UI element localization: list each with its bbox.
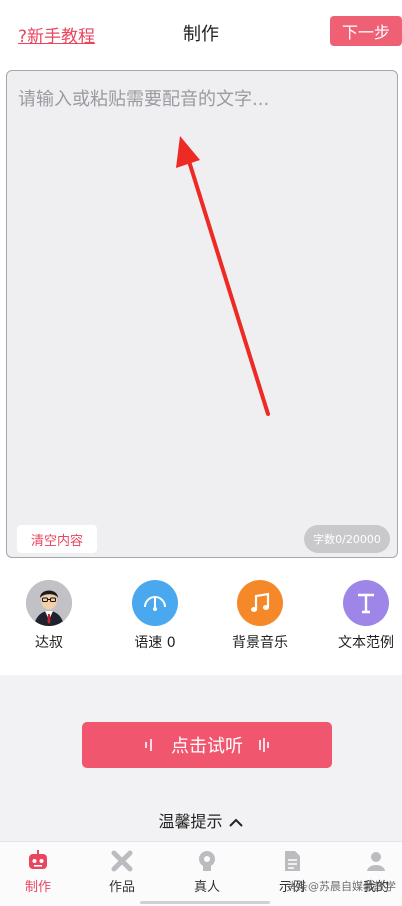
tips-label: 温馨提示: [158, 812, 223, 831]
tab-human[interactable]: 真人: [177, 846, 237, 895]
watermark-text: 头条@苏晨自媒体教学: [286, 880, 396, 893]
preview-play-button[interactable]: 点击试听: [82, 722, 332, 768]
preview-play-label: 点击试听: [171, 736, 243, 757]
tab-make[interactable]: 制作: [8, 846, 68, 895]
speed-label: 语速 0: [134, 635, 176, 651]
sound-wave-icon: [145, 739, 152, 751]
music-note-icon: [237, 580, 283, 626]
chevron-up-icon: [228, 818, 243, 827]
next-step-button[interactable]: 下一步: [330, 16, 402, 46]
tab-make-label: 制作: [24, 880, 51, 895]
text-area-placeholder: 请输入或粘贴需要配音的文字...: [18, 89, 270, 110]
text-sample-selector[interactable]: 文本范例: [331, 580, 401, 652]
clear-content-button[interactable]: 清空内容: [17, 525, 97, 553]
speed-gauge-icon: [132, 580, 178, 626]
tab-works[interactable]: 作品: [92, 846, 152, 895]
works-icon: [92, 846, 152, 876]
bottom-tab-bar: 制作 作品 真人 示例 我的 头条@苏晨自媒体教学: [0, 841, 402, 906]
sound-wave-icon: [259, 738, 269, 752]
home-indicator: [140, 901, 270, 904]
tab-works-label: 作品: [108, 880, 135, 895]
bgm-label: 背景音乐: [232, 635, 288, 651]
user-icon: [346, 846, 402, 876]
tips-toggle[interactable]: 温馨提示: [0, 808, 402, 832]
char-count-badge: 字数0/20000: [304, 525, 390, 553]
tab-human-label: 真人: [193, 880, 220, 895]
document-icon: [262, 846, 322, 876]
script-text-area[interactable]: 请输入或粘贴需要配音的文字... 清空内容 字数0/20000: [6, 70, 398, 558]
person-head-icon: [177, 846, 237, 876]
voice-selector[interactable]: 达叔: [14, 580, 84, 652]
bgm-selector[interactable]: 背景音乐: [225, 580, 295, 652]
robot-icon: [8, 846, 68, 876]
text-t-icon: [343, 580, 389, 626]
voice-avatar: [26, 580, 72, 626]
voice-label: 达叔: [35, 635, 63, 651]
speed-selector[interactable]: 语速 0: [120, 580, 190, 652]
text-sample-label: 文本范例: [338, 635, 394, 651]
main-panel: ?新手教程 制作 下一步 请输入或粘贴需要配音的文字... 清空内容 字数0/2…: [0, 0, 402, 675]
